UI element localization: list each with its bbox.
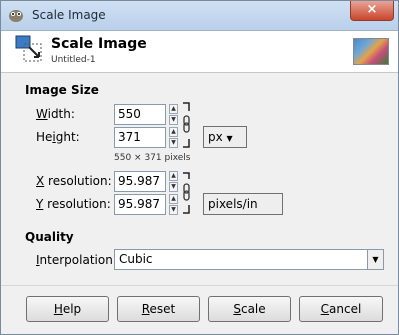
y-resolution-input[interactable]: 95.987 xyxy=(114,194,166,215)
chevron-down-icon[interactable]: ▼ xyxy=(367,250,383,269)
width-label: Width: xyxy=(36,107,75,121)
quality-heading: Quality xyxy=(25,230,74,244)
interpolation-select[interactable]: Cubic ▼ xyxy=(114,249,384,270)
scale-button[interactable]: Scale xyxy=(208,296,291,322)
resolution-unit-select[interactable]: pixels/in xyxy=(203,193,283,215)
window-title: Scale Image xyxy=(32,8,106,22)
help-button[interactable]: Help xyxy=(26,296,109,322)
gimp-app-icon xyxy=(9,10,23,22)
dialog-header: Scale Image Untitled-1 xyxy=(1,31,398,73)
interpolation-label: Interpolation: xyxy=(36,253,117,267)
x-resolution-spinner[interactable]: ▲ ▼ xyxy=(169,171,178,192)
y-resolution-spinner[interactable]: ▲ ▼ xyxy=(169,194,178,215)
width-decrement[interactable]: ▼ xyxy=(169,115,178,125)
height-input[interactable]: 371 xyxy=(114,127,166,148)
y-resolution-decrement[interactable]: ▼ xyxy=(169,205,178,215)
chevron-down-icon: ▼ xyxy=(226,134,233,143)
interpolation-value: Cubic xyxy=(119,252,153,266)
close-button[interactable]: × xyxy=(350,1,394,21)
reset-button[interactable]: Reset xyxy=(117,296,200,322)
x-resolution-input[interactable]: 95.987 xyxy=(114,171,166,192)
width-input[interactable]: 550 xyxy=(114,104,166,125)
x-resolution-label: X resolution: xyxy=(36,174,112,188)
x-resolution-decrement[interactable]: ▼ xyxy=(169,182,178,192)
height-label: Height: xyxy=(36,130,80,144)
height-increment[interactable]: ▲ xyxy=(169,127,178,137)
size-unit-select[interactable]: px ▼ xyxy=(203,126,247,148)
pixel-dimensions: 550 × 371 pixels xyxy=(114,153,191,163)
image-size-heading: Image Size xyxy=(25,83,99,97)
width-spinner[interactable]: ▲ ▼ xyxy=(169,104,178,125)
divider xyxy=(1,285,398,286)
image-name: Untitled-1 xyxy=(51,55,96,65)
y-resolution-increment[interactable]: ▲ xyxy=(169,194,178,204)
scale-image-icon xyxy=(15,35,42,62)
height-decrement[interactable]: ▼ xyxy=(169,138,178,148)
size-unit-value: px xyxy=(208,130,223,144)
close-icon: × xyxy=(366,2,378,17)
resolution-chain-link-icon[interactable] xyxy=(181,171,193,215)
dialog-title: Scale Image xyxy=(51,36,147,52)
image-thumbnail xyxy=(353,38,389,65)
size-chain-link-icon[interactable] xyxy=(181,101,193,151)
title-bar[interactable]: Scale Image × xyxy=(1,1,398,31)
resolution-unit-value: pixels/in xyxy=(208,197,258,211)
height-spinner[interactable]: ▲ ▼ xyxy=(169,127,178,148)
y-resolution-label: Y resolution: xyxy=(36,197,111,211)
scale-image-dialog: Scale Image × Scale Image Untitled-1 Ima… xyxy=(0,0,399,335)
cancel-button[interactable]: Cancel xyxy=(299,296,383,322)
width-increment[interactable]: ▲ xyxy=(169,104,178,114)
x-resolution-increment[interactable]: ▲ xyxy=(169,171,178,181)
